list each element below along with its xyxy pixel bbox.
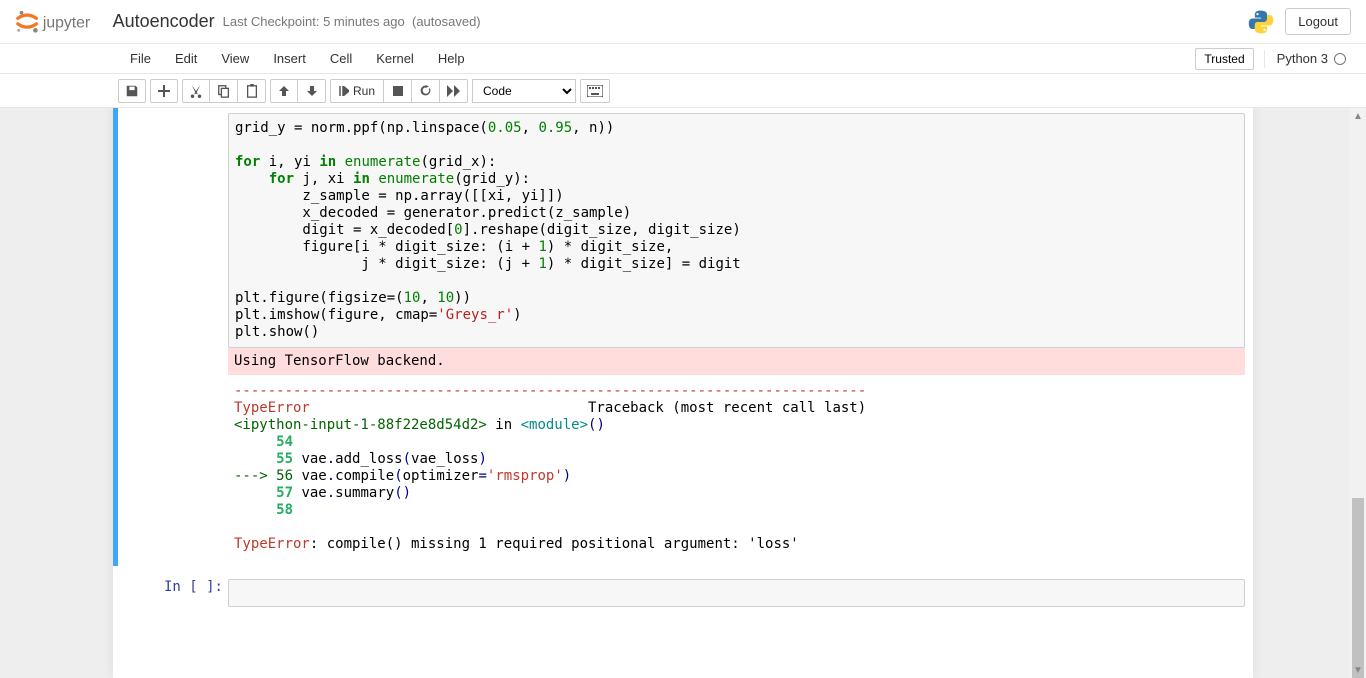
paste-icon: [245, 84, 259, 98]
fast-forward-icon: [447, 85, 461, 97]
kernel-indicator[interactable]: Python 3: [1264, 50, 1346, 68]
notebook: grid_y = norm.ppf(np.linspace(0.05, 0.95…: [113, 108, 1253, 678]
jupyter-logo-icon: jupyter: [15, 9, 99, 35]
code-input-area[interactable]: grid_y = norm.ppf(np.linspace(0.05, 0.95…: [228, 113, 1245, 348]
trusted-button[interactable]: Trusted: [1195, 48, 1253, 70]
input-prompt: In [ ]:: [118, 574, 228, 612]
run-button[interactable]: Run: [330, 79, 384, 103]
header: jupyter Autoencoder Last Checkpoint: 5 m…: [0, 0, 1366, 44]
add-cell-button[interactable]: [150, 79, 178, 103]
cut-button[interactable]: [182, 79, 210, 103]
python-icon: [1247, 8, 1275, 36]
vertical-scrollbar[interactable]: ▲ ▼: [1350, 108, 1366, 678]
checkpoint-status: Last Checkpoint: 5 minutes ago (autosave…: [223, 14, 481, 29]
scroll-up-arrow-icon[interactable]: ▲: [1350, 108, 1366, 124]
move-down-button[interactable]: [298, 79, 326, 103]
menu-view[interactable]: View: [209, 44, 261, 74]
interrupt-button[interactable]: [384, 79, 412, 103]
restart-button[interactable]: [412, 79, 440, 103]
keyboard-icon: [587, 85, 603, 97]
notebook-container[interactable]: grid_y = norm.ppf(np.linspace(0.05, 0.95…: [0, 108, 1366, 678]
scroll-down-arrow-icon[interactable]: ▼: [1350, 662, 1366, 678]
menu-cell[interactable]: Cell: [318, 44, 364, 74]
restart-run-all-button[interactable]: [440, 79, 468, 103]
notebook-title[interactable]: Autoencoder: [113, 11, 215, 32]
command-palette-button[interactable]: [580, 79, 610, 103]
plus-icon: [158, 85, 170, 97]
toolbar: Run Code Markdown Raw NBConvert Heading: [0, 74, 1366, 108]
code-cell[interactable]: grid_y = norm.ppf(np.linspace(0.05, 0.95…: [113, 108, 1253, 566]
run-icon: [339, 86, 349, 96]
svg-text:jupyter: jupyter: [42, 14, 90, 31]
cut-icon: [189, 84, 203, 98]
kernel-status-icon: [1334, 53, 1346, 65]
menu-edit[interactable]: Edit: [163, 44, 209, 74]
kernel-name: Python 3: [1277, 51, 1328, 66]
jupyter-logo[interactable]: jupyter: [15, 9, 99, 35]
input-prompt: [118, 108, 228, 566]
menu-file[interactable]: File: [118, 44, 163, 74]
move-up-button[interactable]: [270, 79, 298, 103]
restart-icon: [419, 84, 432, 97]
arrow-down-icon: [306, 85, 318, 97]
save-button[interactable]: [118, 79, 146, 103]
output-traceback: ----------------------------------------…: [228, 375, 1245, 561]
scrollbar-thumb[interactable]: [1352, 498, 1364, 678]
menu-insert[interactable]: Insert: [261, 44, 318, 74]
paste-button[interactable]: [238, 79, 266, 103]
code-cell[interactable]: In [ ]:: [113, 574, 1253, 612]
arrow-up-icon: [278, 85, 290, 97]
logout-button[interactable]: Logout: [1285, 8, 1351, 35]
copy-button[interactable]: [210, 79, 238, 103]
celltype-select[interactable]: Code Markdown Raw NBConvert Heading: [472, 79, 576, 103]
menu-kernel[interactable]: Kernel: [364, 44, 426, 74]
stop-icon: [393, 86, 403, 96]
save-icon: [125, 84, 139, 98]
menu-help[interactable]: Help: [426, 44, 477, 74]
output-stderr: Using TensorFlow backend.: [228, 348, 1245, 375]
copy-icon: [217, 84, 231, 98]
code-input-area[interactable]: [228, 579, 1245, 607]
menubar: File Edit View Insert Cell Kernel Help T…: [0, 44, 1366, 74]
